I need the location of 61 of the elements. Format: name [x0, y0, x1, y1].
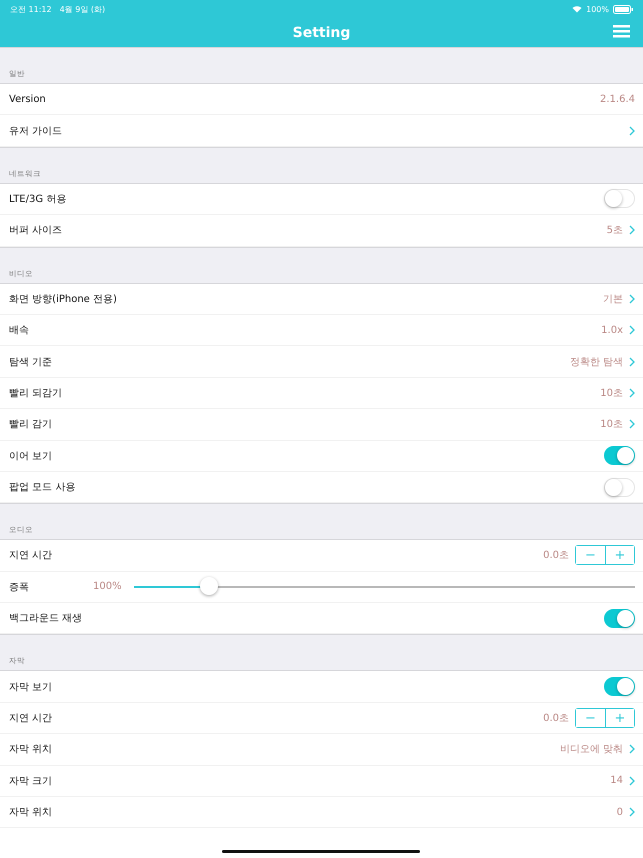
- setting-value: 2.1.6.4: [600, 94, 635, 105]
- setting-label: 탐색 기준: [9, 356, 52, 369]
- chevron-icon: [629, 356, 635, 367]
- slider-thumb[interactable]: [200, 576, 218, 595]
- setting-label: 지연 시간: [9, 712, 52, 726]
- setting-row[interactable]: 빨리 감기 10초: [0, 409, 643, 441]
- chevron-icon: [629, 225, 635, 236]
- setting-label: 자막 위치: [9, 743, 52, 756]
- setting-row[interactable]: 탐색 기준 정확한 탐색: [0, 346, 643, 378]
- battery-icon: [613, 4, 633, 14]
- setting-label: 팝업 모드 사용: [9, 481, 76, 494]
- status-date: 4월 9일 (화): [60, 4, 106, 14]
- chevron-icon: [629, 126, 635, 136]
- wifi-icon: [572, 5, 582, 13]
- setting-value: 14: [610, 775, 623, 786]
- menu-icon[interactable]: [613, 25, 630, 38]
- setting-value: 5초: [606, 224, 623, 238]
- chevron-icon: [629, 325, 635, 336]
- setting-label: 빨리 감기: [9, 418, 52, 432]
- setting-label: 자막 크기: [9, 774, 52, 788]
- setting-label: Version: [9, 94, 46, 105]
- toggle-switch[interactable]: [604, 446, 635, 466]
- chevron-icon: [629, 419, 635, 430]
- setting-value: 0: [616, 806, 623, 818]
- setting-label: 백그라운드 재생: [9, 612, 82, 626]
- chevron-icon: [629, 744, 635, 754]
- chevron-icon: [629, 807, 635, 818]
- setting-label: 이어 보기: [9, 450, 52, 463]
- setting-value: 기본: [603, 292, 623, 306]
- setting-value: 100%: [93, 581, 122, 592]
- setting-value: 10초: [600, 386, 623, 400]
- setting-label: 버퍼 사이즈: [9, 224, 62, 238]
- setting-row[interactable]: 화면 방향(iPhone 전용) 기본: [0, 284, 643, 315]
- nav-title: Setting: [292, 24, 350, 40]
- setting-label: 유저 가이드: [9, 124, 62, 138]
- setting-label: 배속: [9, 324, 29, 338]
- setting-value: 1.0x: [601, 324, 623, 336]
- toggle-switch[interactable]: [604, 608, 635, 628]
- setting-label: 빨리 되감기: [9, 386, 62, 400]
- setting-value: 정확한 탐색: [570, 356, 623, 369]
- setting-row[interactable]: 자막 위치 0: [0, 797, 643, 828]
- setting-label: 지연 시간: [9, 549, 52, 562]
- chevron-icon: [629, 294, 635, 304]
- setting-value: 비디오에 맞춰: [560, 743, 623, 756]
- setting-label: LTE/3G 허용: [9, 192, 66, 206]
- setting-row[interactable]: 자막 위치 비디오에 맞춰: [0, 734, 643, 766]
- chevron-icon: [629, 388, 635, 398]
- setting-row[interactable]: 빨리 되감기 10초: [0, 378, 643, 410]
- setting-value: 0.0초: [543, 549, 569, 562]
- chevron-icon: [629, 776, 635, 786]
- setting-value: 10초: [600, 418, 623, 432]
- setting-label: 화면 방향(iPhone 전용): [9, 292, 117, 306]
- setting-value: 0.0초: [543, 712, 569, 726]
- setting-label: 자막 위치: [9, 806, 52, 820]
- battery-percent: 100%: [586, 4, 609, 14]
- toggle-switch[interactable]: [604, 677, 635, 696]
- status-time: 오전 11:12: [10, 4, 52, 14]
- setting-row[interactable]: 배속 1.0x: [0, 314, 643, 346]
- setting-label: 증폭: [9, 580, 30, 594]
- setting-row[interactable]: 자막 크기 14: [0, 766, 643, 798]
- setting-label: 자막 보기: [9, 680, 52, 694]
